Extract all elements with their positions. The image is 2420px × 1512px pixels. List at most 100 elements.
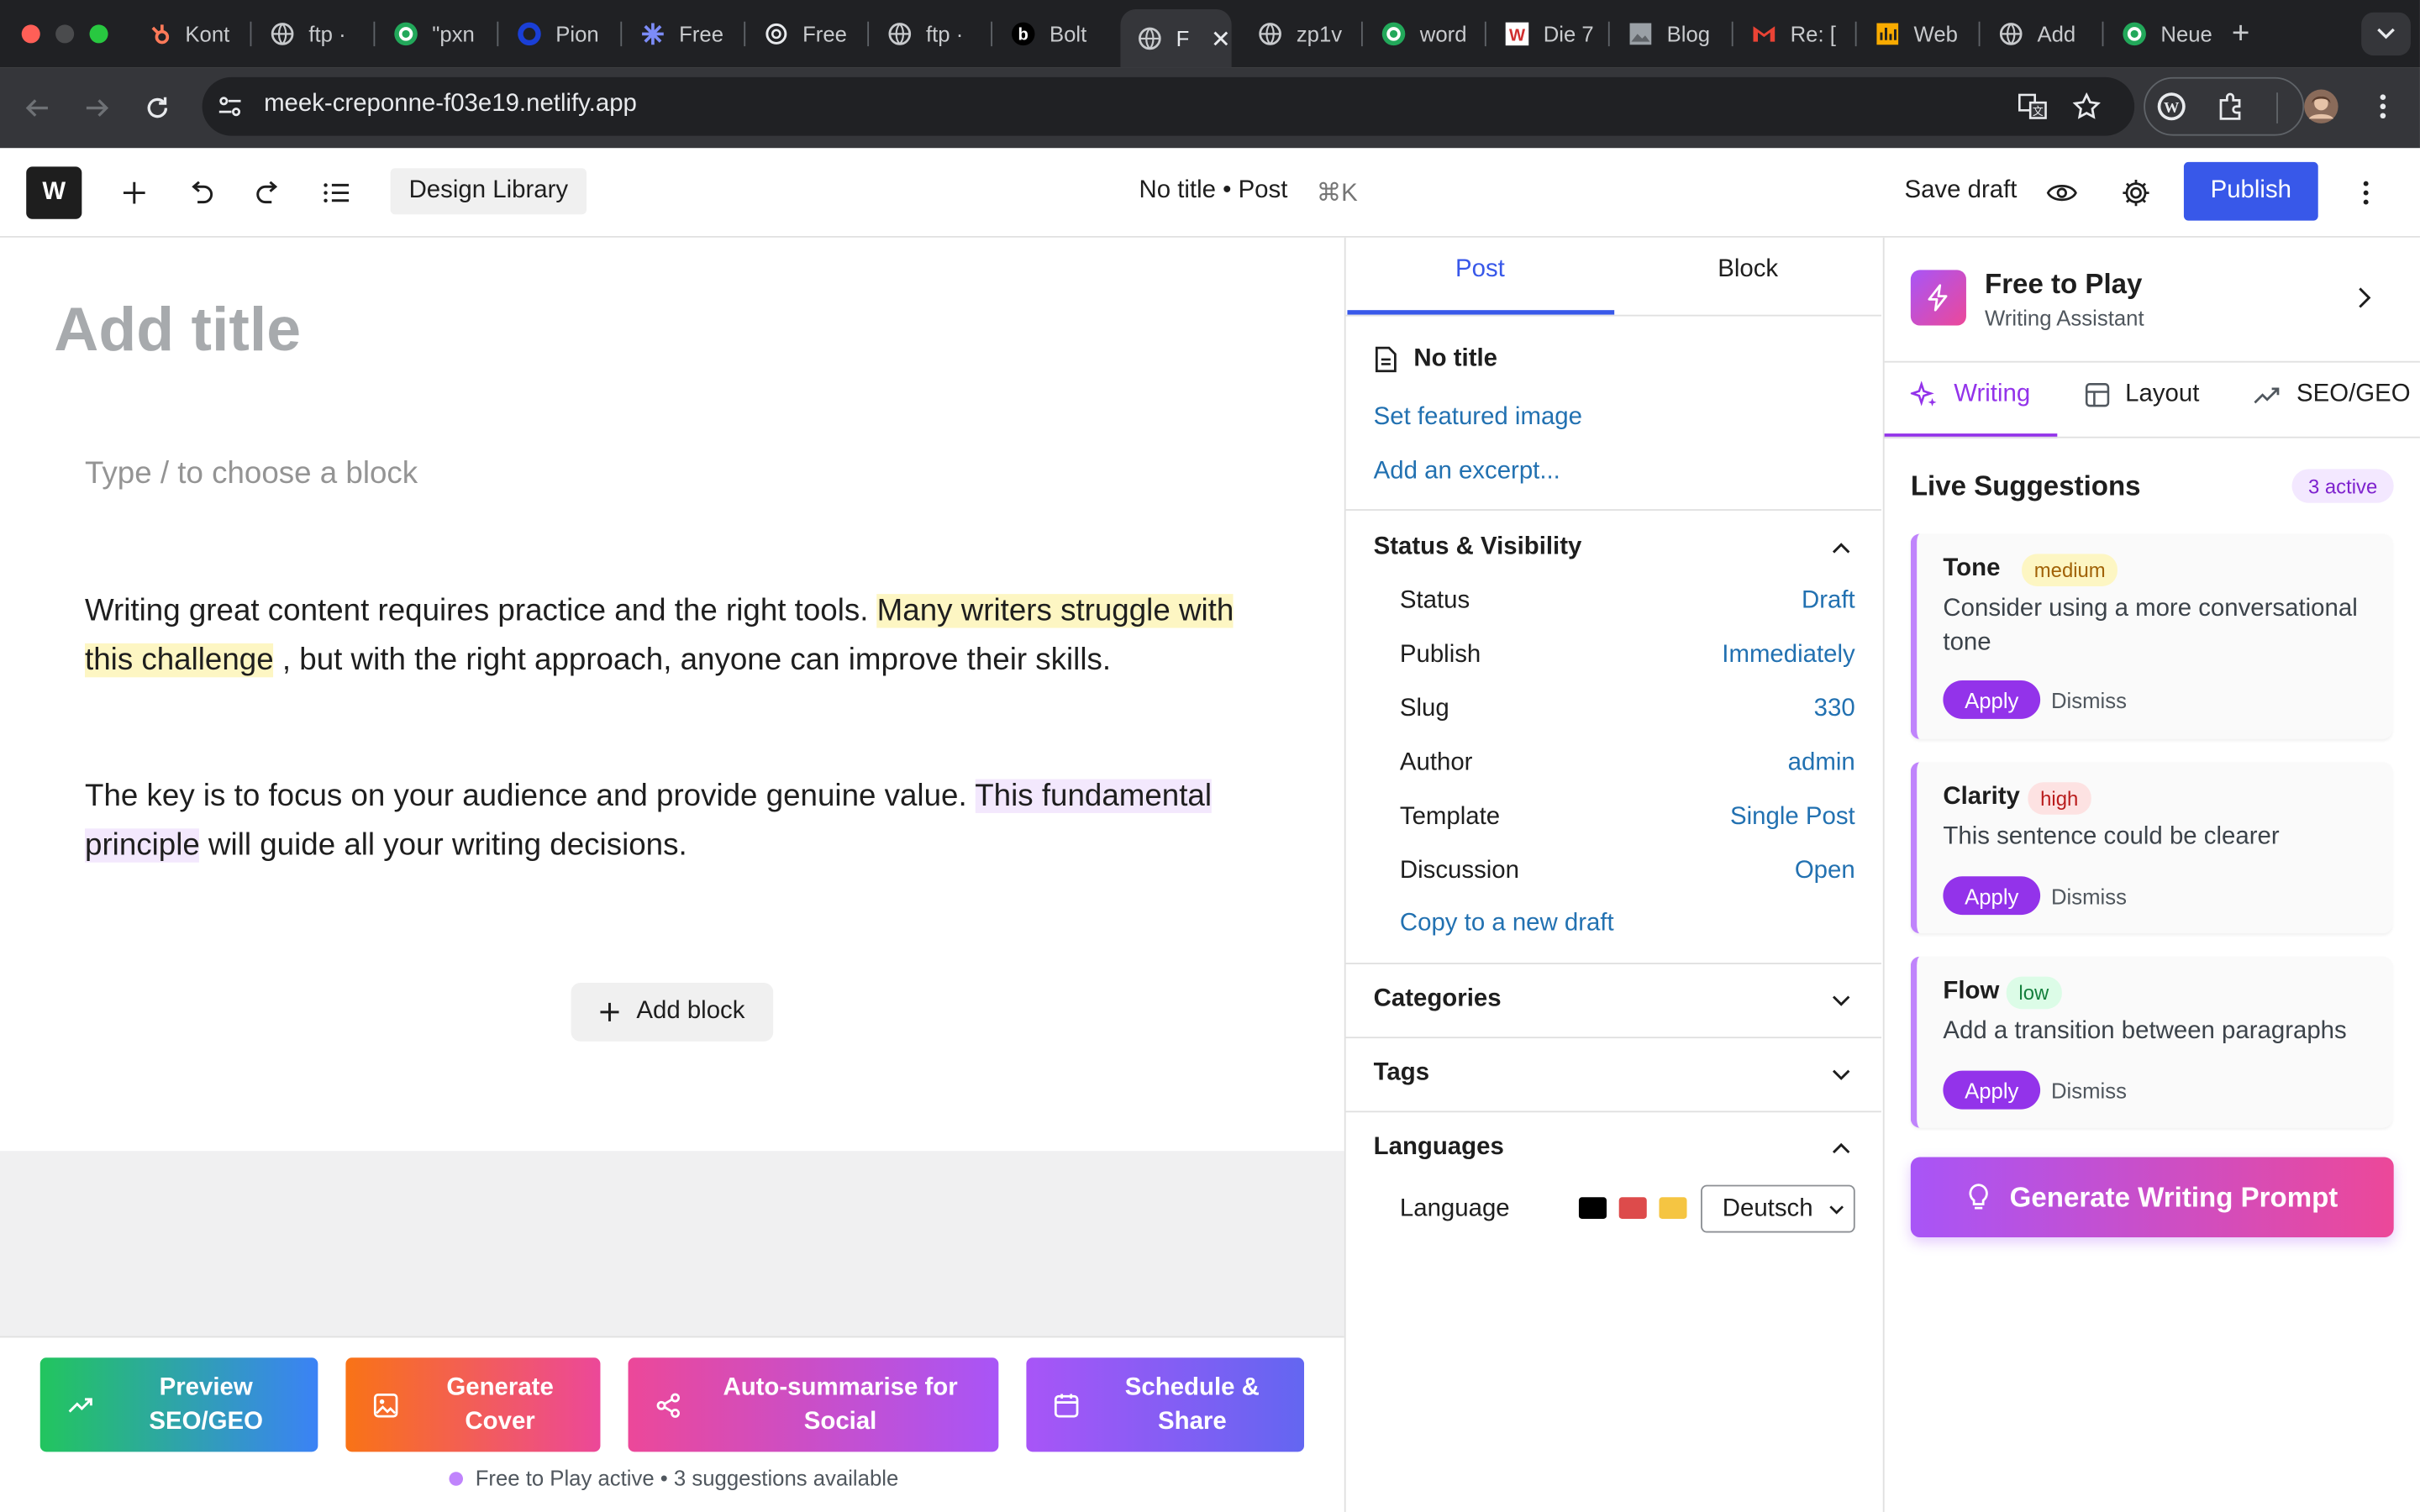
wordpress-logo-button[interactable]: W bbox=[26, 166, 82, 219]
redo-icon[interactable] bbox=[250, 175, 287, 212]
chevron-down-icon[interactable] bbox=[1830, 989, 1852, 1011]
claude-star-icon bbox=[639, 20, 666, 48]
document-title-bar[interactable]: No title • Post bbox=[1139, 177, 1287, 205]
apply-button[interactable]: Apply bbox=[1943, 876, 2041, 916]
document-icon bbox=[1374, 345, 1398, 373]
block-placeholder[interactable]: Type / to choose a block bbox=[85, 457, 418, 492]
save-draft-button[interactable]: Save draft bbox=[1904, 177, 2017, 205]
post-title-input[interactable]: Add title bbox=[54, 297, 301, 366]
undo-icon[interactable] bbox=[182, 175, 219, 212]
chevron-up-icon[interactable] bbox=[1830, 537, 1852, 559]
chevron-right-icon[interactable] bbox=[2357, 287, 2372, 309]
dismiss-button[interactable]: Dismiss bbox=[2051, 1079, 2127, 1103]
bookmark-star-icon[interactable] bbox=[2068, 88, 2105, 125]
paragraph-block-2[interactable]: The key is to focus on your audience and… bbox=[85, 773, 1258, 870]
assistant-subtitle: Writing Assistant bbox=[1984, 305, 2144, 331]
set-featured-image-link[interactable]: Set featured image bbox=[1374, 404, 1582, 432]
tab-post[interactable]: Post bbox=[1455, 256, 1505, 284]
site-info-icon[interactable] bbox=[212, 88, 249, 125]
settings-gear-icon[interactable] bbox=[2118, 175, 2154, 212]
divider bbox=[1345, 1037, 1881, 1039]
chart-icon bbox=[1874, 20, 1902, 48]
browser-tab[interactable]: ftp · bbox=[871, 9, 991, 59]
wordpress-extension-icon[interactable]: W bbox=[2153, 88, 2190, 125]
tags-heading[interactable]: Tags bbox=[1374, 1060, 1429, 1088]
slug-value[interactable]: 330 bbox=[1814, 696, 1855, 723]
add-block-icon[interactable] bbox=[116, 175, 153, 212]
forward-arrow-icon[interactable] bbox=[79, 90, 116, 127]
suggestion-title: Clarity bbox=[1943, 784, 2020, 811]
translate-icon[interactable]: 文 bbox=[2014, 88, 2051, 125]
tab-separator bbox=[2102, 21, 2104, 47]
browser-tab[interactable]: Blog bbox=[1612, 9, 1732, 59]
preview-seo-geo-button[interactable]: Preview SEO/GEO bbox=[39, 1357, 318, 1452]
document-overview-icon[interactable] bbox=[318, 175, 355, 212]
schedule-share-button[interactable]: Schedule & Share bbox=[1026, 1357, 1305, 1452]
status-value[interactable]: Draft bbox=[1802, 588, 1855, 616]
language-select[interactable]: Deutsch bbox=[1701, 1184, 1855, 1233]
browser-tab[interactable]: Free bbox=[623, 9, 744, 59]
tab-label: Die 7 bbox=[1543, 21, 1594, 47]
browser-tab[interactable]: Pion bbox=[500, 9, 620, 59]
preview-eye-icon[interactable] bbox=[2044, 175, 2081, 212]
add-block-button[interactable]: Add block bbox=[571, 982, 774, 1042]
discussion-value[interactable]: Open bbox=[1795, 858, 1855, 885]
template-value[interactable]: Single Post bbox=[1730, 804, 1855, 832]
window-close-button[interactable] bbox=[21, 24, 40, 44]
status-dot bbox=[449, 1471, 464, 1485]
browser-tab[interactable]: Kont bbox=[129, 9, 250, 59]
dismiss-button[interactable]: Dismiss bbox=[2051, 884, 2127, 908]
puzzle-extensions-icon[interactable] bbox=[2213, 88, 2250, 125]
url-text[interactable]: meek-creponne-f03e19.netlify.app bbox=[264, 91, 637, 118]
browser-tab-active[interactable]: F bbox=[1120, 9, 1232, 68]
browser-tab[interactable]: "pxn bbox=[376, 9, 497, 59]
back-arrow-icon[interactable] bbox=[18, 90, 55, 127]
design-library-button[interactable]: Design Library bbox=[390, 168, 587, 215]
add-excerpt-link[interactable]: Add an excerpt... bbox=[1374, 458, 1560, 486]
generate-writing-prompt-button[interactable]: Generate Writing Prompt bbox=[1910, 1157, 2394, 1238]
tab-layout[interactable]: Layout bbox=[2085, 381, 2199, 409]
browser-tab[interactable]: Neue bbox=[2105, 9, 2219, 59]
window-zoom-button[interactable] bbox=[89, 24, 108, 44]
generate-cover-button[interactable]: Generate Cover bbox=[345, 1357, 601, 1452]
categories-heading[interactable]: Categories bbox=[1374, 986, 1502, 1014]
chrome-menu-icon[interactable] bbox=[2365, 88, 2402, 125]
chevron-up-icon[interactable] bbox=[1830, 1137, 1852, 1159]
browser-tab[interactable]: W Die 7 bbox=[1488, 9, 1608, 59]
button-label: Schedule & Share bbox=[1124, 1373, 1260, 1435]
browser-tab[interactable]: b Bolt bbox=[994, 9, 1114, 59]
new-tab-button[interactable]: + bbox=[2232, 18, 2249, 50]
reload-icon[interactable] bbox=[139, 90, 176, 127]
tab-block[interactable]: Block bbox=[1718, 256, 1778, 284]
browser-tab[interactable]: Add bbox=[1981, 9, 2102, 59]
chevron-down-icon[interactable] bbox=[1830, 1063, 1852, 1084]
author-value[interactable]: admin bbox=[1788, 750, 1855, 778]
apply-button[interactable]: Apply bbox=[1943, 680, 2041, 719]
browser-tab[interactable]: Web bbox=[1858, 9, 1978, 59]
copy-to-draft-link[interactable]: Copy to a new draft bbox=[1400, 911, 1614, 938]
apply-button[interactable]: Apply bbox=[1943, 1070, 2041, 1110]
tab-writing[interactable]: Writing bbox=[1910, 381, 2030, 409]
paragraph-block-1[interactable]: Writing great content requires practice … bbox=[85, 588, 1258, 685]
flag-color-swatch bbox=[1659, 1197, 1687, 1219]
publish-value[interactable]: Immediately bbox=[1722, 642, 1854, 669]
gmail-icon bbox=[1750, 20, 1778, 48]
publish-button[interactable]: Publish bbox=[2183, 161, 2318, 221]
browser-tab[interactable]: Free bbox=[747, 9, 867, 59]
browser-tab[interactable]: Re: [ bbox=[1734, 9, 1854, 59]
tab-seo-geo[interactable]: SEO/GEO bbox=[2254, 381, 2411, 409]
tab-separator bbox=[991, 21, 992, 47]
browser-tab[interactable]: zp1v bbox=[1241, 9, 1361, 59]
dismiss-button[interactable]: Dismiss bbox=[2051, 688, 2127, 712]
tab-search-button[interactable] bbox=[2361, 12, 2411, 56]
status-visibility-heading[interactable]: Status & Visibility bbox=[1374, 533, 1582, 561]
window-minimize-button[interactable] bbox=[55, 24, 75, 44]
calendar-icon bbox=[1054, 1393, 1079, 1417]
languages-heading[interactable]: Languages bbox=[1374, 1134, 1504, 1162]
close-tab-icon[interactable] bbox=[1211, 29, 1229, 48]
browser-tab[interactable]: word bbox=[1365, 9, 1485, 59]
options-menu-icon[interactable] bbox=[2348, 175, 2385, 212]
profile-avatar[interactable] bbox=[2302, 88, 2339, 125]
browser-tab[interactable]: ftp · bbox=[253, 9, 373, 59]
auto-summarise-button[interactable]: Auto-summarise for Social bbox=[628, 1357, 999, 1452]
